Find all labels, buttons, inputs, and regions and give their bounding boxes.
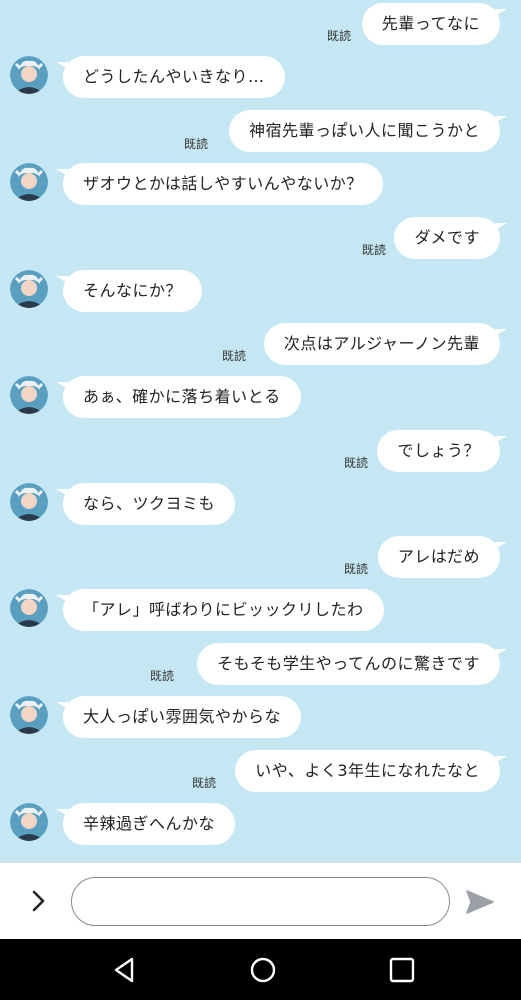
message-sent[interactable]: でしょう？ [377, 430, 507, 472]
avatar[interactable] [10, 483, 48, 521]
message-sent[interactable]: いや、よく3年生になれたなと [235, 750, 507, 792]
avatar[interactable] [10, 376, 48, 414]
read-receipt: 既読 [150, 669, 175, 683]
read-receipt: 既読 [327, 29, 352, 43]
recents-icon[interactable] [387, 955, 417, 985]
read-receipt: 既読 [222, 349, 247, 363]
message-received[interactable]: 「アレ」呼ばわりにビッックリしたわ [56, 589, 384, 631]
message-received[interactable]: どうしたんやいきなり… [56, 56, 285, 98]
chevron-right-icon[interactable] [26, 887, 54, 915]
avatar-image [10, 696, 48, 734]
avatar-image [10, 56, 48, 94]
avatar-image [10, 376, 48, 414]
avatar-image [10, 270, 48, 308]
avatar-image [10, 483, 48, 521]
read-receipt: 既読 [184, 137, 209, 151]
message-sent[interactable]: そもそも学生やってんのに驚きです [197, 643, 507, 685]
message-received[interactable]: そんなにか？ [55, 270, 203, 312]
back-icon[interactable] [110, 955, 140, 985]
message-received[interactable]: ザオウとかは話しやすいんやないか？ [56, 163, 383, 205]
read-receipt: 既読 [192, 776, 217, 790]
message-sent[interactable]: アレはだめ [377, 536, 508, 578]
avatar-image [10, 163, 48, 201]
navigation-bar [0, 939, 521, 1000]
avatar[interactable] [10, 270, 48, 308]
read-receipt: 既読 [344, 562, 369, 576]
message-received[interactable]: あぁ、確かに落ち着いとる [56, 376, 301, 418]
message-sent[interactable]: 次点はアルジャーノン先輩 [263, 323, 508, 365]
avatar[interactable] [10, 696, 48, 734]
message-sent[interactable]: ダメです [394, 217, 507, 259]
message-sent[interactable]: 先輩ってなに [361, 3, 508, 45]
avatar-image [10, 803, 48, 841]
avatar[interactable] [10, 589, 48, 627]
message-sent[interactable]: 神宿先輩っぽい人に聞こうかと [228, 110, 508, 152]
message-received[interactable]: 辛辣過ぎへんかな [55, 803, 236, 845]
input-bar [0, 862, 521, 939]
message-input[interactable] [71, 877, 450, 926]
send-icon[interactable] [465, 889, 495, 915]
avatar[interactable] [10, 163, 48, 201]
read-receipt: 既読 [344, 456, 369, 470]
chat-area: 既読 先輩ってなに どうしたんやいきなり… 既読 神宿先輩っぽい人に聞こうかと … [0, 0, 521, 862]
avatar-image [10, 589, 48, 627]
home-icon[interactable] [248, 955, 278, 985]
avatar[interactable] [10, 803, 48, 841]
message-received[interactable]: なら、ツクヨミも [55, 483, 236, 525]
message-received[interactable]: 大人っぽい雰囲気やからな [55, 696, 302, 738]
read-receipt: 既読 [362, 243, 387, 257]
avatar[interactable] [10, 56, 48, 94]
